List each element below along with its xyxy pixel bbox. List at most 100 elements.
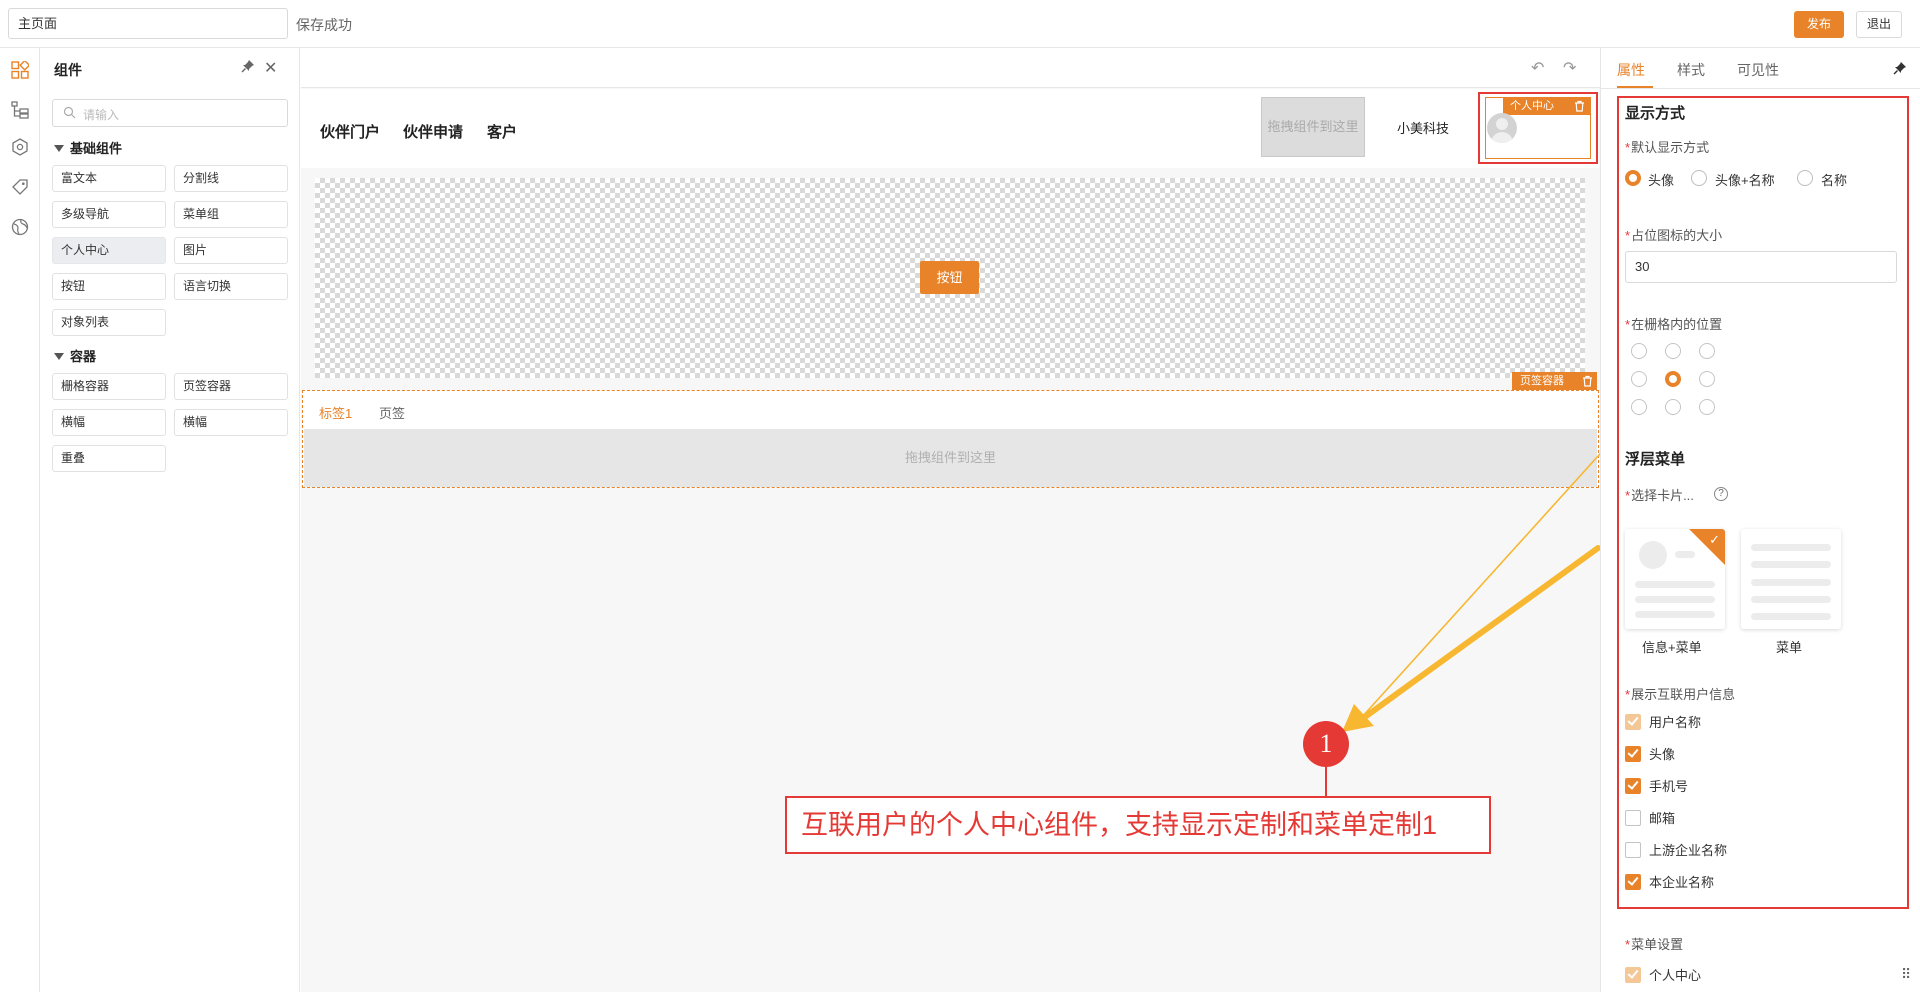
grid-position-label: *在栅格内的位置 (1625, 317, 1723, 332)
placeholder-size-label: *占位图标的大小 (1625, 228, 1723, 243)
grid-position-radio-selected[interactable] (1665, 371, 1681, 387)
select-card-label: *选择卡片... (1625, 488, 1694, 503)
close-icon[interactable]: ✕ (264, 58, 277, 78)
show-info-label: *展示互联用户信息 (1625, 687, 1736, 702)
top-bar: 主页面 保存成功 发布 退出 (0, 0, 1920, 48)
component-item[interactable]: 富文本 (52, 165, 166, 192)
checkbox-avatar[interactable] (1625, 746, 1641, 762)
pin-icon[interactable] (241, 59, 255, 76)
card-option-menu[interactable] (1741, 529, 1841, 629)
delete-icon[interactable] (1574, 100, 1585, 118)
callout-number: 1 (1303, 721, 1349, 767)
undo-icon[interactable]: ↶ (1531, 58, 1544, 78)
grid-position-radio[interactable] (1665, 399, 1681, 415)
checkbox-own-company[interactable] (1625, 874, 1641, 890)
checkbox-user-name (1625, 714, 1641, 730)
tab-visibility[interactable]: 可见性 (1737, 60, 1779, 80)
components-panel: 组件 ✕ 请输入 基础组件 富文本 分割线 多级导航 菜单组 个人中心 图片 按… (40, 48, 300, 992)
component-item[interactable]: 按钮 (52, 273, 166, 300)
left-icon-rail (0, 48, 40, 992)
redo-icon[interactable]: ↷ (1563, 58, 1576, 78)
component-item[interactable]: 栅格容器 (52, 373, 166, 400)
radio-label: 头像+名称 (1715, 173, 1775, 188)
portal-header[interactable]: 伙伴门户 伙伴申请 客户 拖拽组件到这里 小美科技 个人中心 (301, 89, 1599, 168)
float-menu-section-title: 浮层菜单 (1625, 451, 1686, 468)
annotation-text-box: 互联用户的个人中心组件，支持显示定制和菜单定制1 (785, 796, 1491, 854)
card-caption: 信息+菜单 (1642, 640, 1702, 655)
search-icon (63, 106, 76, 122)
component-item-active[interactable]: 个人中心 (52, 237, 166, 264)
pin-icon[interactable] (1893, 61, 1907, 78)
tab[interactable]: 页签 (379, 403, 405, 422)
card-option-info-menu[interactable]: ✓ (1625, 529, 1725, 629)
save-status-text: 保存成功 (296, 17, 352, 33)
component-item[interactable]: 图片 (174, 237, 288, 264)
checkbox-label: 本企业名称 (1649, 875, 1715, 890)
grid-position-radio[interactable] (1699, 343, 1715, 359)
tab-container-tag[interactable]: 页签容器 (1512, 372, 1597, 390)
component-item[interactable]: 分割线 (174, 165, 288, 192)
globe-icon[interactable] (9, 216, 31, 238)
menu-settings-label: *菜单设置 (1625, 937, 1684, 952)
grid-position-radio[interactable] (1665, 343, 1681, 359)
tab-properties[interactable]: 属性 (1617, 60, 1645, 80)
components-panel-title: 组件 (54, 62, 82, 78)
grid-position-radio[interactable] (1699, 371, 1715, 387)
checkbox-phone[interactable] (1625, 778, 1641, 794)
canvas-toolbar: ↶ ↷ (301, 48, 1600, 88)
checkbox-label: 手机号 (1649, 779, 1689, 794)
check-icon: ✓ (1709, 532, 1720, 547)
publish-button[interactable]: 发布 (1794, 11, 1844, 38)
radio-label: 头像 (1648, 173, 1675, 188)
component-item[interactable]: 横幅 (52, 409, 166, 436)
radio-avatar[interactable] (1625, 170, 1641, 186)
group-containers[interactable]: 容器 (54, 346, 96, 365)
tabs-divider (1601, 88, 1920, 89)
search-placeholder: 请输入 (83, 108, 120, 122)
settings-icon[interactable] (9, 136, 31, 158)
personal-center-tag[interactable]: 个人中心 (1503, 98, 1591, 115)
component-search-input[interactable]: 请输入 (52, 99, 288, 127)
grid-position-radio[interactable] (1631, 343, 1647, 359)
component-item[interactable]: 横幅 (174, 409, 288, 436)
nav-item[interactable]: 伙伴申请 (403, 121, 463, 142)
default-display-label: *默认显示方式 (1625, 140, 1710, 155)
active-tab-indicator (1617, 86, 1653, 88)
placeholder-size-input[interactable]: 30 (1625, 251, 1897, 283)
checkbox-label: 上游企业名称 (1649, 843, 1728, 858)
nav-item[interactable]: 伙伴门户 (320, 121, 380, 142)
checkbox-upstream-company[interactable] (1625, 842, 1641, 858)
tree-icon[interactable] (9, 99, 31, 121)
component-item[interactable]: 对象列表 (52, 309, 166, 336)
nav-item[interactable]: 客户 (487, 121, 517, 142)
annotation-arrow (1342, 433, 1619, 732)
tab-active[interactable]: 标签1 (319, 403, 352, 422)
radio-avatar-name[interactable] (1691, 170, 1707, 186)
components-icon[interactable] (9, 59, 31, 81)
drag-handle-icon[interactable]: ⠿ (1901, 966, 1911, 983)
radio-label: 名称 (1821, 173, 1848, 188)
checkbox-email[interactable] (1625, 810, 1641, 826)
tab-style[interactable]: 样式 (1677, 60, 1705, 80)
page-name-input[interactable]: 主页面 (8, 8, 288, 39)
header-drop-zone[interactable]: 拖拽组件到这里 (1261, 97, 1365, 157)
exit-button[interactable]: 退出 (1856, 11, 1902, 38)
component-item[interactable]: 页签容器 (174, 373, 288, 400)
grid-position-radio[interactable] (1699, 399, 1715, 415)
group-basic-components[interactable]: 基础组件 (54, 138, 122, 157)
tag-icon[interactable] (9, 176, 31, 198)
checkbox-label: 邮箱 (1649, 811, 1676, 826)
card-caption: 菜单 (1776, 640, 1803, 655)
component-item[interactable]: 重叠 (52, 445, 166, 472)
grid-position-radio[interactable] (1631, 371, 1647, 387)
company-name: 小美科技 (1397, 121, 1450, 136)
component-item[interactable]: 语言切换 (174, 273, 288, 300)
radio-name[interactable] (1797, 170, 1813, 186)
component-item[interactable]: 菜单组 (174, 201, 288, 228)
banner-button[interactable]: 按钮 (920, 261, 979, 294)
grid-position-radio[interactable] (1631, 399, 1647, 415)
help-icon[interactable]: ? (1714, 487, 1728, 501)
display-section-title: 显示方式 (1625, 105, 1686, 122)
callout-line (1325, 767, 1327, 796)
component-item[interactable]: 多级导航 (52, 201, 166, 228)
